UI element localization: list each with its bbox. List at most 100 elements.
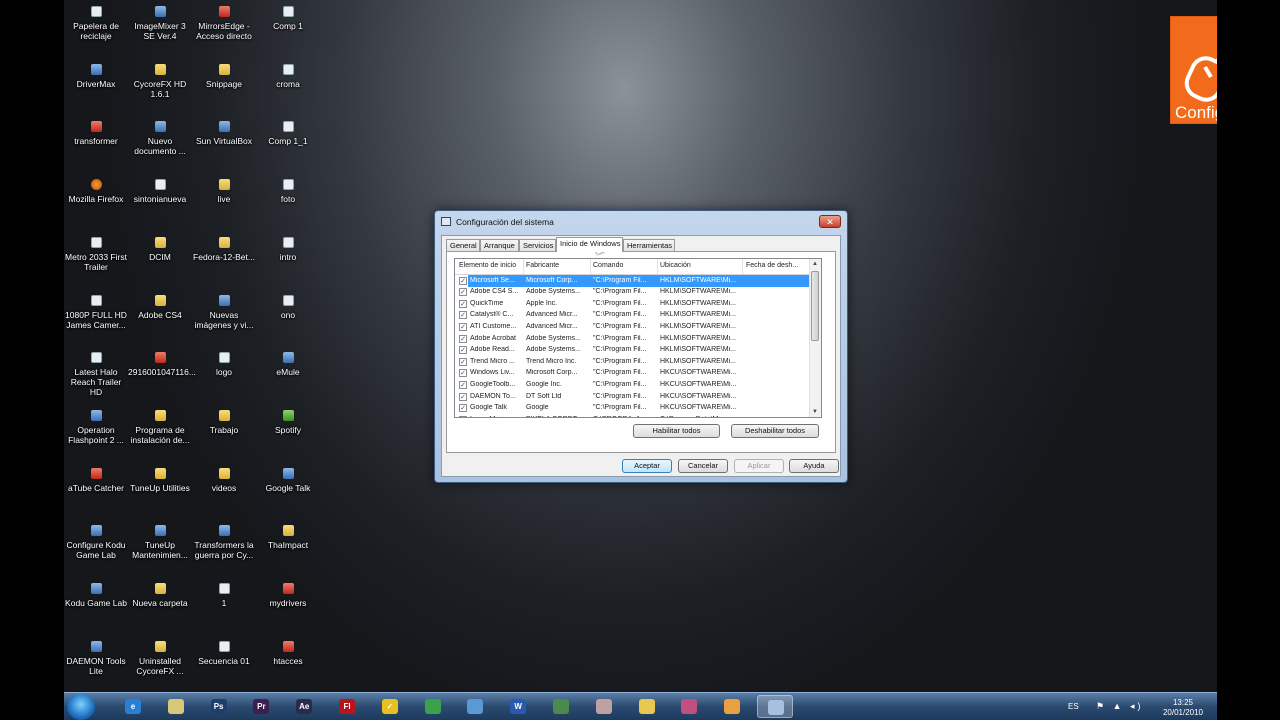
desktop-icon[interactable]: TuneUp Utilities [128,462,192,493]
desktop-icon[interactable]: Spotify [256,404,320,435]
desktop-icon[interactable]: Comp 1 [256,0,320,31]
desktop-icon[interactable]: Papelera de reciclaje [64,0,128,41]
desktop-icon[interactable]: Comp 1_1 [256,115,320,146]
desktop-icon[interactable]: Metro 2033 First Trailer [64,231,128,272]
scroll-up-arrow-icon[interactable]: ▲ [810,259,820,269]
taskbar-button[interactable] [158,695,194,718]
system-tray-icons[interactable]: ⚑ ▲ ◂) [1096,701,1144,712]
desktop-icon[interactable]: 1080P FULL HD James Camer... [64,289,128,330]
desktop-icon[interactable]: Latest Halo Reach Trailer HD [64,346,128,397]
desktop-icon[interactable]: eMule [256,346,320,377]
table-row[interactable]: ✓ImageMixer ... PIXELA CORPO... C:\PROGRA~… [455,414,811,417]
startup-item-checkbox[interactable]: ✓ [459,369,467,378]
column-divider[interactable] [590,259,591,274]
taskbar-button[interactable]: Ps [201,695,237,718]
desktop-icon[interactable]: DAEMON Tools Lite [64,635,128,676]
desktop-icon[interactable]: Fedora-12-Bet... [192,231,256,262]
taskbar-button[interactable] [457,695,493,718]
column-header-command[interactable]: Comando [593,262,623,269]
table-row[interactable]: ✓ Windows Liv... Microsoft Corp... "C:\Prog… [455,368,811,380]
column-header-item[interactable]: Elemento de inicio [459,262,516,269]
startup-item-checkbox[interactable]: ✓ [459,357,467,366]
taskbar-button[interactable] [714,695,750,718]
taskbar-button[interactable] [586,695,622,718]
taskbar-button[interactable] [629,695,665,718]
taskbar-button[interactable] [543,695,579,718]
desktop-icon[interactable]: Configure Kodu Game Lab [64,519,128,560]
desktop-icon[interactable]: videos [192,462,256,493]
taskbar-button[interactable]: W [500,695,536,718]
desktop-icon[interactable]: ono [256,289,320,320]
desktop-icon[interactable]: CycoreFX HD 1.6.1 [128,58,192,99]
desktop-icon[interactable]: Nueva carpeta [128,577,192,608]
table-row[interactable]: ✓ QuickTime Apple Inc. "C:\Program Fil... HK… [455,298,811,310]
tab-arranque[interactable]: Arranque [480,239,519,251]
desktop-icon[interactable]: 1 [192,577,256,608]
taskbar-button[interactable]: e [115,695,151,718]
column-divider[interactable] [657,259,658,274]
desktop-icon[interactable]: 2916001047116... [128,346,196,377]
startup-item-checkbox[interactable]: ✓ [459,299,467,308]
desktop-icon[interactable]: Secuencia 01 [192,635,256,666]
desktop-icon[interactable]: ThaImpact [256,519,320,550]
table-row[interactable]: ✓ Trend Micro ... Trend Micro Inc. "C:\Prog… [455,356,811,368]
table-row[interactable]: ✓ Adobe Read... Adobe Systems... "C:\Progra… [455,345,811,357]
scroll-thumb[interactable] [811,271,819,341]
desktop-icon[interactable]: Uninstalled CycoreFX ... [128,635,192,676]
disable-all-button[interactable]: Deshabilitar todos [731,424,819,438]
help-button[interactable]: Ayuda [789,459,839,473]
desktop-icon[interactable]: logo [192,346,256,377]
clock-date[interactable]: 20/01/2010 [1158,708,1208,717]
desktop-icon[interactable]: mydrivers [256,577,320,608]
desktop-icon[interactable]: intro [256,231,320,262]
table-row[interactable]: ✓ Microsoft Se... Microsoft Corp... "C:\Pro… [455,275,811,287]
desktop-icon[interactable]: sintonianueva [128,173,192,204]
desktop-icon[interactable]: ImageMixer 3 SE Ver.4 [128,0,192,41]
table-row[interactable]: ✓ ATI Custome... Advanced Micr... "C:\Progr… [455,321,811,333]
taskbar-button[interactable]: Pr [243,695,279,718]
column-divider[interactable] [742,259,743,274]
desktop-icon[interactable]: Sun VirtualBox [192,115,256,146]
dialog-title-bar[interactable]: Configuración del sistema ✕ [435,211,847,233]
tab-inicio-de-windows[interactable]: Inicio de Windows [556,237,623,252]
desktop-icon[interactable]: Programa de instalación de... [128,404,192,445]
startup-item-checkbox[interactable]: ✓ [459,322,467,331]
ok-button[interactable]: Aceptar [622,459,672,473]
desktop-icon[interactable]: htacces [256,635,320,666]
desktop-icon[interactable]: DriverMax [64,58,128,89]
startup-item-checkbox[interactable]: ✓ [459,311,467,320]
language-indicator[interactable]: ES [1068,702,1079,711]
table-row[interactable]: ✓ GoogleToolb... Google Inc. "C:\Program Fi… [455,379,811,391]
startup-item-checkbox[interactable]: ✓ [459,380,467,389]
cancel-button[interactable]: Cancelar [678,459,728,473]
vertical-scrollbar[interactable]: ▲ ▼ [809,259,821,417]
desktop-icon[interactable]: Kodu Game Lab [64,577,128,608]
table-row[interactable]: ✓ DAEMON To... DT Soft Ltd "C:\Program Fil.… [455,391,811,403]
column-header-location[interactable]: Ubicación [660,262,691,269]
table-row[interactable]: ✓ Adobe CS4 S... Adobe Systems... "C:\Progr… [455,287,811,299]
startup-item-checkbox[interactable]: ✓ [459,288,467,297]
start-button[interactable] [67,694,95,720]
taskbar-button[interactable]: ✓ [372,695,408,718]
taskbar-button[interactable] [671,695,707,718]
scroll-down-arrow-icon[interactable]: ▼ [810,407,820,417]
desktop-icon[interactable]: Nuevo documento ... [128,115,192,156]
desktop-icon[interactable]: live [192,173,256,204]
taskbar-button[interactable]: Fl [329,695,365,718]
desktop-icon[interactable]: Operation Flashpoint 2 ... [64,404,128,445]
taskbar-button[interactable]: Ae [286,695,322,718]
desktop-icon[interactable]: aTube Catcher [64,462,128,493]
taskbar-button[interactable] [415,695,451,718]
desktop-icon[interactable]: foto [256,173,320,204]
startup-items-list[interactable]: Elemento de inicio Fabricante Comando Ub… [454,258,822,418]
desktop-icon[interactable]: MirrorsEdge - Acceso directo [192,0,256,41]
column-header-maker[interactable]: Fabricante [526,262,559,269]
table-row[interactable]: ✓ Google Talk Google "C:\Program Fil... HKCU… [455,403,811,415]
tab-general[interactable]: General [446,239,480,251]
desktop-icon[interactable]: Google Talk [256,462,320,493]
startup-item-checkbox[interactable]: ✓ [459,346,467,355]
startup-item-checkbox[interactable]: ✓ [459,276,467,285]
column-divider[interactable] [523,259,524,274]
clock-time[interactable]: 13:25 [1158,698,1208,707]
enable-all-button[interactable]: Habilitar todos [633,424,720,438]
